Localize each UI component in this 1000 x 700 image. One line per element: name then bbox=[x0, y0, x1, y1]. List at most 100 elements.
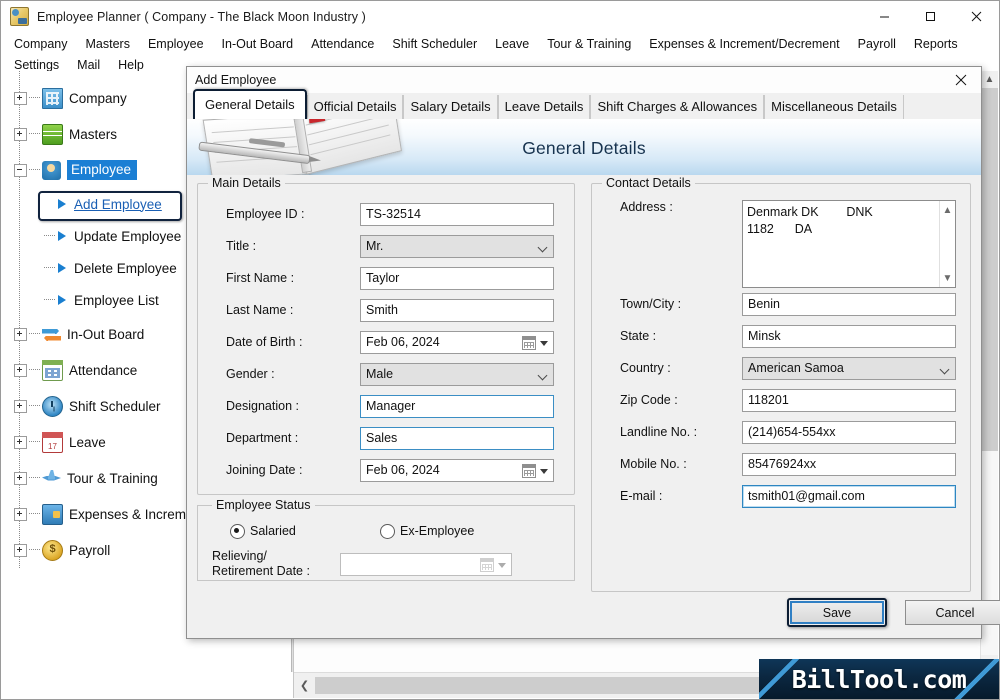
collapse-icon[interactable] bbox=[14, 163, 27, 177]
tab-general-details[interactable]: General Details bbox=[193, 89, 307, 119]
chevron-down-icon[interactable] bbox=[539, 244, 547, 252]
radio-salaried[interactable]: Salaried bbox=[230, 523, 380, 539]
date-of-birth-row: Date of Birth : Feb 06, 2024 bbox=[208, 326, 564, 358]
zip-code-value: 118201 bbox=[748, 392, 789, 407]
gender-select[interactable]: Male bbox=[360, 362, 554, 386]
last-name-input[interactable]: Smith bbox=[360, 298, 554, 322]
inout-icon bbox=[42, 324, 61, 344]
tab-leave-details[interactable]: Leave Details bbox=[497, 95, 591, 119]
scroll-up-icon[interactable]: ▲ bbox=[940, 203, 955, 217]
relieving-date-input[interactable] bbox=[340, 552, 512, 576]
menu-item-shift-scheduler[interactable]: Shift Scheduler bbox=[383, 33, 486, 54]
menu-item-masters[interactable]: Masters bbox=[77, 33, 139, 54]
menu-item-expenses-increment-decrement[interactable]: Expenses & Increment/Decrement bbox=[640, 33, 848, 54]
contact-details-legend: Contact Details bbox=[602, 176, 695, 190]
landline-no-input[interactable]: (214)654-554xx bbox=[742, 420, 956, 444]
menu-item-company[interactable]: Company bbox=[5, 33, 77, 54]
coin-icon bbox=[42, 539, 63, 561]
tab-official-details[interactable]: Official Details bbox=[306, 95, 404, 119]
zip-code-input[interactable]: 118201 bbox=[742, 388, 956, 412]
tree-connector bbox=[29, 441, 40, 443]
sidebar-item-label: Tour & Training bbox=[67, 470, 158, 486]
maximize-icon[interactable] bbox=[907, 1, 953, 32]
chevron-down-icon[interactable] bbox=[941, 366, 949, 374]
radio-salaried-label: Salaried bbox=[250, 524, 296, 538]
expand-icon[interactable] bbox=[14, 543, 27, 557]
address-input[interactable]: Denmark DK DNK 1182 DA ▲ ▼ bbox=[742, 200, 956, 288]
e-mail-input[interactable]: tsmith01@gmail.com bbox=[742, 484, 956, 508]
menu-item-payroll[interactable]: Payroll bbox=[849, 33, 905, 54]
tab-shift-charges-allowances[interactable]: Shift Charges & Allowances bbox=[590, 95, 765, 119]
title-row: Title : Mr. bbox=[208, 230, 564, 262]
department-input[interactable]: Sales bbox=[360, 426, 554, 450]
town-city-input[interactable]: Benin bbox=[742, 292, 956, 316]
expand-icon[interactable] bbox=[14, 399, 27, 413]
tab-salary-details[interactable]: Salary Details bbox=[403, 95, 498, 119]
chevron-down-icon[interactable] bbox=[540, 340, 548, 346]
menu-item-reports[interactable]: Reports bbox=[905, 33, 967, 54]
employee-status-group: Employee Status Salaried Ex-Employee Reli… bbox=[197, 498, 575, 581]
tree-connector bbox=[29, 133, 40, 135]
radio-ex-employee[interactable]: Ex-Employee bbox=[380, 523, 475, 539]
tree-connector bbox=[29, 333, 40, 335]
town-city-row: Town/City : Benin bbox=[602, 288, 960, 320]
radio-button-icon[interactable] bbox=[380, 523, 395, 539]
menu-item-leave[interactable]: Leave bbox=[486, 33, 538, 54]
arrow-icon bbox=[58, 295, 66, 305]
joining-date-label: Joining Date : bbox=[226, 463, 303, 477]
expand-icon[interactable] bbox=[14, 363, 27, 377]
address-label: Address : bbox=[620, 200, 673, 214]
mobile-no-input[interactable]: 85476924xx bbox=[742, 452, 956, 476]
chevron-down-icon[interactable] bbox=[539, 372, 547, 380]
employee-id-row: Employee ID : TS-32514 bbox=[208, 198, 564, 230]
country-select[interactable]: American Samoa bbox=[742, 356, 956, 380]
expand-icon[interactable] bbox=[14, 471, 27, 485]
vertical-scroll-thumb[interactable] bbox=[981, 88, 998, 451]
country-value: American Samoa bbox=[748, 360, 844, 375]
menu-item-employee[interactable]: Employee bbox=[139, 33, 213, 54]
minimize-icon[interactable] bbox=[861, 1, 907, 32]
joining-date-input[interactable]: Feb 06, 2024 bbox=[360, 458, 554, 482]
scroll-left-icon[interactable]: ❮ bbox=[294, 674, 315, 697]
expand-icon[interactable] bbox=[14, 127, 27, 141]
e-mail-row: E-mail : tsmith01@gmail.com bbox=[602, 480, 960, 512]
radio-ex-employee-label: Ex-Employee bbox=[400, 524, 475, 538]
scroll-down-icon[interactable]: ▼ bbox=[940, 271, 955, 285]
close-icon[interactable] bbox=[953, 1, 999, 32]
mobile-no-value: 85476924xx bbox=[748, 456, 817, 471]
main-details-group: Main Details Employee ID : TS-32514 Title … bbox=[197, 176, 575, 495]
expand-icon[interactable] bbox=[14, 435, 27, 449]
vertical-scroll-track[interactable] bbox=[981, 88, 998, 655]
menu-item-tour-training[interactable]: Tour & Training bbox=[538, 33, 640, 54]
date-icon bbox=[42, 431, 63, 453]
dialog-close-icon[interactable] bbox=[941, 67, 981, 93]
menu-item-attendance[interactable]: Attendance bbox=[302, 33, 383, 54]
tab-miscellaneous-details[interactable]: Miscellaneous Details bbox=[764, 95, 904, 119]
employee-id-input[interactable]: TS-32514 bbox=[360, 202, 554, 226]
expand-icon[interactable] bbox=[14, 327, 27, 341]
calendar-icon[interactable] bbox=[522, 463, 536, 478]
calendar-icon[interactable] bbox=[522, 335, 536, 350]
cancel-button[interactable]: Cancel bbox=[905, 600, 1000, 625]
sidebar-item-label: Masters bbox=[69, 126, 118, 142]
scroll-up-icon[interactable]: ▲ bbox=[981, 71, 998, 88]
address-scrollbar[interactable]: ▲ ▼ bbox=[939, 201, 955, 287]
radio-button-icon[interactable] bbox=[230, 523, 245, 539]
vertical-scrollbar[interactable]: ▲ ▼ bbox=[980, 71, 998, 672]
designation-input[interactable]: Manager bbox=[360, 394, 554, 418]
sidebar-item-label: Add Employee bbox=[74, 196, 162, 212]
calendar-icon[interactable] bbox=[480, 557, 494, 572]
menu-item-in-out-board[interactable]: In-Out Board bbox=[213, 33, 303, 54]
date-of-birth-input[interactable]: Feb 06, 2024 bbox=[360, 330, 554, 354]
people-icon bbox=[42, 160, 61, 180]
state-input[interactable]: Minsk bbox=[742, 324, 956, 348]
expand-icon[interactable] bbox=[14, 507, 27, 521]
title-select[interactable]: Mr. bbox=[360, 234, 554, 258]
expand-icon[interactable] bbox=[14, 91, 27, 105]
watermark-banner: BillTool.com bbox=[759, 659, 999, 699]
chevron-down-icon[interactable] bbox=[540, 468, 548, 474]
first-name-input[interactable]: Taylor bbox=[360, 266, 554, 290]
chevron-down-icon[interactable] bbox=[498, 562, 506, 568]
save-button[interactable]: Save bbox=[787, 598, 887, 627]
window-title: Employee Planner ( Company - The Black M… bbox=[37, 9, 366, 24]
